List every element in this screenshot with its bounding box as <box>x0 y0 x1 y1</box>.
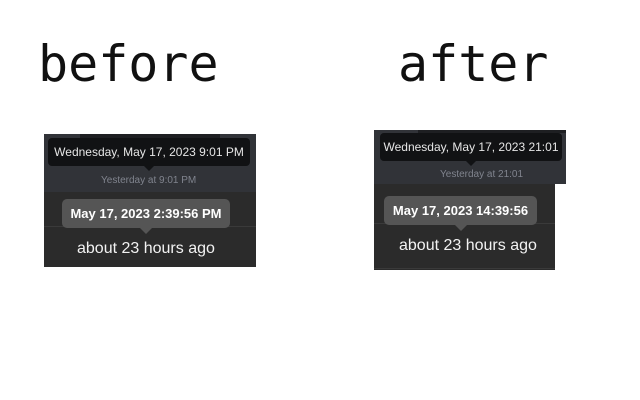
after-heading: after <box>398 35 549 93</box>
before-relative-time[interactable]: about 23 hours ago <box>77 240 215 258</box>
after-bottom-divider <box>374 268 555 269</box>
after-timestamp-text[interactable]: Yesterday at 21:01 <box>440 169 523 180</box>
after-full-date-tooltip: Wednesday, May 17, 2023 21:01 <box>380 133 562 166</box>
before-heading: before <box>38 35 219 93</box>
after-timestamp-tooltip: May 17, 2023 14:39:56 <box>384 196 537 231</box>
before-full-date-tooltip: Wednesday, May 17, 2023 9:01 PM <box>48 138 250 171</box>
before-timestamp-tooltip: May 17, 2023 2:39:56 PM <box>62 199 230 234</box>
before-timestamp-text[interactable]: Yesterday at 9:01 PM <box>101 175 196 186</box>
after-relative-time[interactable]: about 23 hours ago <box>399 237 537 255</box>
